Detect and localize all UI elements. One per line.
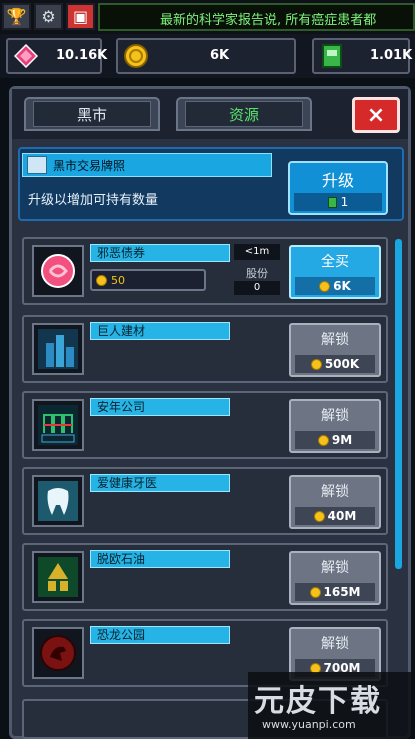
unlock-button[interactable]: 解锁 500K	[289, 323, 381, 377]
item-name: 恐龙公园	[90, 626, 230, 644]
item-name: 邪恶债券	[90, 244, 230, 262]
tab-label: 资源	[184, 101, 304, 127]
license-card-icon	[316, 42, 348, 70]
upgrade-label: 升级	[321, 171, 354, 190]
scrollbar[interactable]	[395, 239, 402, 569]
trophy-icon[interactable]: 🏆	[2, 3, 31, 30]
unlock-label: 解锁	[321, 332, 349, 348]
shares-label: 股份	[246, 267, 268, 280]
item-name: 安年公司	[90, 398, 230, 416]
owned-coins-value: 50	[111, 273, 125, 287]
gem-icon	[10, 42, 42, 70]
pink-candy-icon	[32, 245, 84, 297]
cost-value: 6K	[333, 279, 351, 293]
watermark-title: 元皮下载	[254, 684, 382, 719]
tab-resources[interactable]: 资源	[176, 97, 312, 131]
coins-value: 6K	[210, 48, 230, 63]
unlock-label: 解锁	[321, 408, 349, 424]
license-title-text: 黑市交易牌照	[53, 158, 126, 173]
unlock-button[interactable]: 解锁 165M	[289, 551, 381, 605]
item-name: 巨人建材	[90, 322, 230, 340]
list-item-giant-materials: 巨人建材 解锁 500K	[22, 315, 388, 383]
coin-icon	[309, 586, 321, 598]
tab-label: 黑市	[32, 101, 152, 127]
coin-icon	[96, 274, 107, 286]
list-item-healthy-dentist: 爱健康牙医 解锁 40M	[22, 467, 388, 535]
unlock-cost: 165M	[295, 583, 375, 601]
watermark: 元皮下载 www.yuanpi.com	[248, 672, 415, 739]
list-item-brexit-oil: 脱欧石油 解锁 165M	[22, 543, 388, 611]
unlock-label: 解锁	[321, 636, 349, 652]
unlock-cost: 40M	[295, 507, 375, 525]
list-item-annian-corp: 安年公司 解锁 9M	[22, 391, 388, 459]
license-title: 黑市交易牌照	[22, 153, 272, 177]
gems-counter: 10.16K	[6, 38, 107, 74]
coins-counter: 6K	[116, 38, 296, 74]
coin-icon	[319, 280, 331, 292]
owned-coins: 50	[90, 269, 206, 291]
unlock-label: 解锁	[321, 484, 349, 500]
licenses-value: 1.01K	[370, 48, 413, 63]
dino-park-icon	[32, 627, 84, 679]
settings-gear-icon[interactable]: ⚙	[34, 3, 63, 30]
buy-all-button[interactable]: 全买 6K	[289, 245, 381, 299]
unlock-cost: 500K	[295, 355, 375, 373]
close-button[interactable]: ×	[352, 97, 400, 133]
document-icon	[27, 156, 47, 174]
tab-bar: 黑市 资源 ×	[12, 89, 408, 139]
upgrade-button[interactable]: 升级 1	[288, 161, 388, 215]
oil-logo-icon	[32, 551, 84, 603]
cost-value: 9M	[331, 433, 353, 447]
unlock-button[interactable]: 解锁 40M	[289, 475, 381, 529]
license-description: 升级以增加可持有数量	[28, 193, 159, 208]
item-name: 脱欧石油	[90, 550, 230, 568]
license-section: 黑市交易牌照 升级以增加可持有数量 升级 1	[18, 147, 404, 221]
licenses-counter: 1.01K	[312, 38, 413, 74]
unlock-cost: 9M	[295, 431, 375, 449]
skyscraper-icon	[32, 323, 84, 375]
news-ticker: 最新的科学家报告说, 所有癌症患者都	[98, 3, 415, 31]
unlock-label: 解锁	[321, 560, 349, 576]
watermark-url: www.yuanpi.com	[262, 718, 356, 731]
gems-value: 10.16K	[56, 48, 108, 63]
unlock-button[interactable]: 解锁 9M	[289, 399, 381, 453]
gift-icon[interactable]: ▣	[66, 3, 95, 30]
tooth-icon	[32, 475, 84, 527]
timer-badge: <1m	[234, 244, 280, 260]
currency-bar: 10.16K 6K 1.01K	[0, 34, 415, 78]
top-bar: 🏆 ⚙ ▣ 最新的科学家报告说, 所有癌症患者都	[0, 0, 415, 34]
buy-all-label: 全买	[321, 254, 349, 270]
upgrade-cost-value: 1	[340, 195, 349, 209]
erron-logo-icon	[32, 399, 84, 451]
coin-icon	[313, 510, 325, 522]
coin-icon	[310, 358, 322, 370]
list-item-evil-bonds: 邪恶债券 <1m 50 股份 0 全买 6K	[22, 237, 388, 305]
coin-icon	[120, 42, 152, 70]
buy-all-cost: 6K	[295, 277, 375, 295]
tab-black-market[interactable]: 黑市	[24, 97, 160, 131]
item-name: 爱健康牙医	[90, 474, 230, 492]
cost-value: 500K	[324, 357, 360, 371]
license-card-icon	[327, 196, 337, 208]
upgrade-cost: 1	[294, 193, 382, 211]
market-panel: 黑市 资源 × 黑市交易牌照 升级以增加可持有数量 升级 1 邪恶债券 <1m …	[9, 86, 411, 739]
cost-value: 40M	[327, 509, 357, 523]
cost-value: 165M	[323, 585, 361, 599]
coin-icon	[317, 434, 329, 446]
shares-value: 0	[234, 281, 280, 295]
